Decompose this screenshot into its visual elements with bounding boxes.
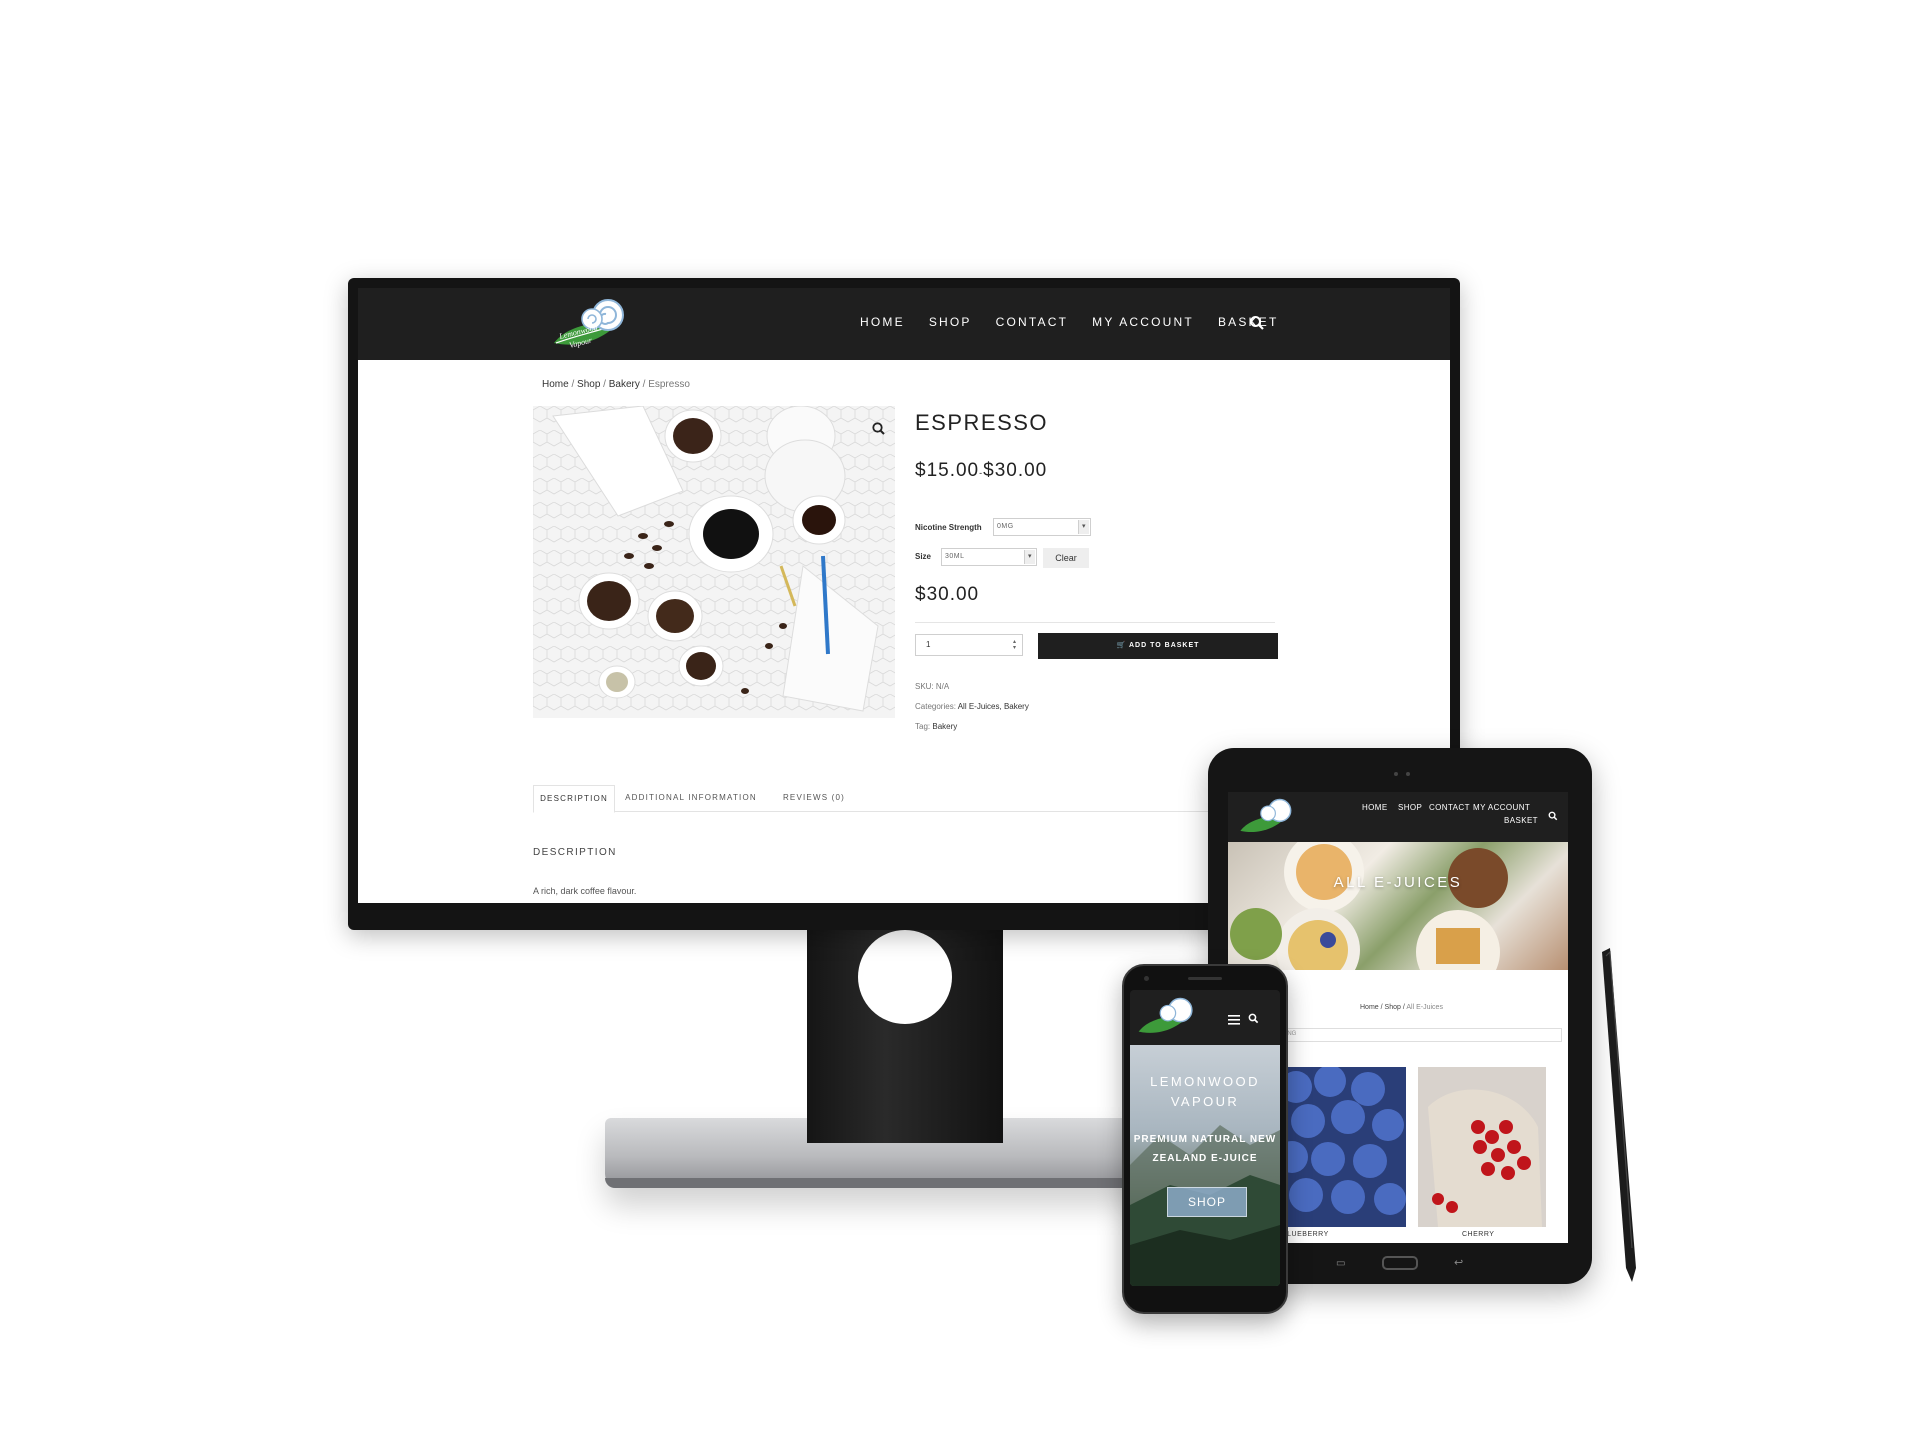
product-title: ESPRESSO (915, 410, 1049, 435)
product-label-blueberry[interactable]: BLUEBERRY (1282, 1231, 1329, 1238)
tablet-nav-shop[interactable]: SHOP (1398, 803, 1422, 812)
phone-speaker (1188, 977, 1222, 980)
zoom-icon[interactable] (870, 420, 888, 438)
breadcrumb-current: Espresso (648, 379, 690, 390)
sku-line: SKU: N/A (915, 682, 950, 691)
chevron-down-icon: ▾ (1078, 520, 1089, 534)
tablet-hero-title: ALL E-JUICES (1333, 874, 1463, 891)
product-card-blueberry[interactable] (1276, 1065, 1406, 1227)
desktop-nav-bar: Lemonwood Vapour HOME SHOP CONTACT MY AC… (358, 288, 1450, 360)
tablet-sort-select[interactable]: TING (1278, 1028, 1562, 1042)
quantity-stepper[interactable]: 1 ▴ ▾ (915, 634, 1023, 656)
breadcrumb-bakery[interactable]: Bakery (609, 379, 640, 390)
phone-shop-button[interactable]: SHOP (1167, 1187, 1247, 1217)
recent-apps-icon[interactable]: ▭ (1336, 1258, 1345, 1269)
stylus-pen (1598, 948, 1638, 1284)
desktop-nav-links: HOME SHOP CONTACT MY ACCOUNT BASKET (860, 315, 1279, 329)
price-divider (915, 622, 1275, 623)
tab-description[interactable]: DESCRIPTION (533, 785, 615, 813)
tablet-nav-contact[interactable]: CONTACT (1429, 803, 1470, 812)
variation-price: $30.00 (915, 584, 980, 605)
stepper-arrows-icon[interactable]: ▴ ▾ (1013, 639, 1016, 651)
size-label: Size (915, 552, 932, 561)
tablet-nav-basket[interactable]: BASKET (1504, 816, 1538, 825)
tablet-breadcrumb: Home / Shop / All E-Juices (1360, 1004, 1443, 1011)
phone-search-icon[interactable] (1248, 1011, 1259, 1024)
product-card-cherry[interactable] (1418, 1067, 1546, 1227)
phone-camera (1144, 976, 1149, 981)
monitor-stand-cable-hole (858, 930, 952, 1024)
cart-icon: 🛒 (1116, 642, 1129, 649)
size-select[interactable]: 30ML ▾ (941, 548, 1037, 566)
brand-logo[interactable]: Lemonwood Vapour (548, 293, 644, 355)
nav-contact[interactable]: CONTACT (996, 315, 1069, 329)
tablet-hero-image (1228, 842, 1568, 970)
tablet-search-icon[interactable] (1548, 808, 1558, 821)
tablet-camera (1394, 772, 1398, 776)
description-heading: DESCRIPTION (533, 847, 617, 858)
phone-hero-title: LEMONWOOD VAPOUR (1150, 1074, 1260, 1109)
search-icon[interactable] (1249, 315, 1265, 331)
tab-reviews[interactable]: REVIEWS (0) (769, 785, 859, 811)
product-tabs: DESCRIPTION ADDITIONAL INFORMATION REVIE… (533, 785, 1293, 813)
tablet-sensor (1406, 772, 1410, 776)
tag-line: Tag: Bakery (915, 722, 958, 731)
product-image[interactable] (533, 405, 895, 718)
chevron-down-icon: ▾ (1024, 550, 1035, 564)
tablet-brand-logo[interactable] (1236, 794, 1306, 840)
tag-link[interactable]: Bakery (932, 722, 957, 731)
categories-line: Categories: All E-Juices, Bakery (915, 702, 1029, 711)
product-label-cherry[interactable]: CHERRY (1462, 1231, 1494, 1238)
breadcrumb: Home / Shop / Bakery / Espresso (542, 379, 690, 390)
nav-shop[interactable]: SHOP (929, 315, 972, 329)
nicotine-strength-label: Nicotine Strength (915, 523, 982, 532)
tab-additional-information[interactable]: ADDITIONAL INFORMATION (621, 785, 761, 811)
add-to-basket-button[interactable]: 🛒 ADD TO BASKET (1038, 633, 1278, 659)
clear-variations-button[interactable]: Clear (1043, 548, 1089, 568)
nicotine-strength-select[interactable]: 0MG ▾ (993, 518, 1091, 536)
phone-nav-bar (1130, 990, 1280, 1045)
price-range: $15.00-$30.00 (915, 460, 1048, 481)
phone-screen: LEMONWOOD VAPOUR PREMIUM NATURAL NEW ZEA… (1130, 990, 1280, 1286)
breadcrumb-shop[interactable]: Shop (577, 379, 600, 390)
tablet-nav-my-account[interactable]: MY ACCOUNT (1473, 803, 1530, 812)
tablet-home-button[interactable] (1382, 1256, 1418, 1270)
nav-my-account[interactable]: MY ACCOUNT (1092, 315, 1194, 329)
tablet-nav-home[interactable]: HOME (1362, 803, 1388, 812)
categories-links[interactable]: All E-Juices, Bakery (958, 702, 1029, 711)
phone-hero-subtitle: PREMIUM NATURAL NEW ZEALAND E-JUICE (1133, 1134, 1277, 1164)
breadcrumb-home[interactable]: Home (542, 379, 569, 390)
hamburger-menu-icon[interactable] (1228, 1012, 1240, 1025)
phone-brand-logo[interactable] (1134, 992, 1208, 1042)
nav-home[interactable]: HOME (860, 315, 905, 329)
back-icon[interactable]: ↩ (1454, 1256, 1463, 1269)
description-text: A rich, dark coffee flavour. (533, 886, 637, 896)
tablet-nav-bar: HOME SHOP CONTACT MY ACCOUNT BASKET (1228, 792, 1568, 842)
